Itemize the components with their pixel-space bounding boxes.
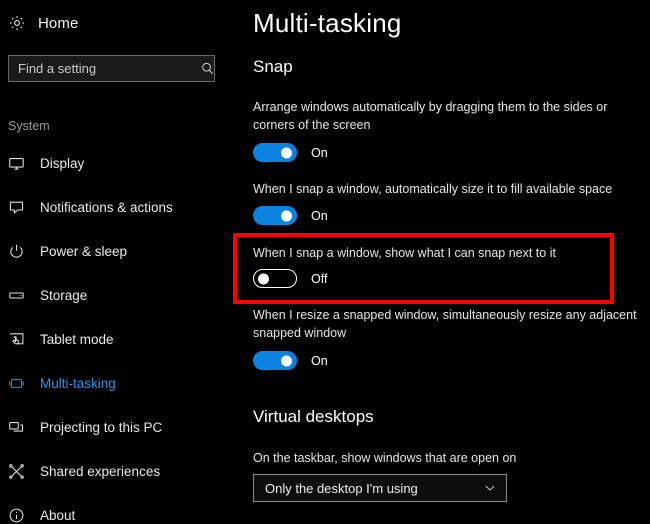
search-input[interactable] [9,56,200,81]
sidebar-item-label: Power & sleep [40,243,128,259]
sidebar-item-tablet-mode[interactable]: Tablet mode [0,324,232,354]
power-icon [8,241,34,261]
sidebar-item-power-sleep[interactable]: Power & sleep [0,236,232,266]
sidebar-item-label: About [40,507,76,523]
snap-setting-3-toggle[interactable] [253,351,297,370]
sidebar-home-label: Home [38,14,79,32]
sidebar-item-shared-experiences[interactable]: Shared experiences [0,456,232,486]
sidebar-item-label: Notifications & actions [40,199,173,215]
snap-setting-1-toggle[interactable] [253,206,297,225]
sidebar-item-label: Projecting to this PC [40,419,163,435]
search-icon[interactable] [200,61,215,76]
sidebar-item-projecting-to-this-pc[interactable]: Projecting to this PC [0,412,232,442]
speech-bubble-icon [8,197,34,217]
taskbar-windows-dropdown-value: Only the desktop I'm using [265,480,418,496]
sidebar-home-button[interactable]: Home [8,14,78,32]
multitasking-icon [8,373,34,393]
virtual-desktops-description: On the taskbar, show windows that are op… [253,451,517,465]
info-circle-icon [8,505,34,524]
sidebar-item-storage[interactable]: Storage [0,280,232,310]
snap-setting-2-state: Off [311,271,328,286]
snap-setting-3-state: On [311,353,328,368]
monitor-icon [8,153,34,173]
page-title: Multi-tasking [253,8,402,38]
gear-icon [8,14,26,32]
chevron-down-icon [483,481,497,495]
sidebar-item-label: Multi-tasking [40,375,116,391]
search-box[interactable] [8,55,215,82]
sidebar: Home System Display [0,0,232,524]
main-content: Multi-tasking Snap Arrange windows autom… [232,0,650,524]
sidebar-group-label: System [8,119,50,133]
snap-setting-1-description: When I snap a window, automatically size… [253,182,613,196]
snap-setting-0-description: Arrange windows automatically by draggin… [253,100,608,132]
sidebar-item-label: Tablet mode [40,331,114,347]
drive-icon [8,285,34,305]
snap-setting-3-description: When I resize a snapped window, simultan… [253,308,637,340]
snap-setting-1-toggle-row[interactable]: On [253,206,328,225]
snap-setting-2-description: When I snap a window, show what I can sn… [253,246,556,260]
snap-setting-2-toggle-row[interactable]: Off [253,269,327,288]
sidebar-item-multi-tasking[interactable]: Multi-tasking [0,368,232,398]
share-nodes-icon [8,461,34,481]
sidebar-item-notifications[interactable]: Notifications & actions [0,192,232,222]
sidebar-item-label: Shared experiences [40,463,161,479]
project-screen-icon [8,417,34,437]
snap-setting-3-toggle-row[interactable]: On [253,351,328,370]
snap-setting-1-state: On [311,208,328,223]
taskbar-windows-dropdown[interactable]: Only the desktop I'm using [253,474,507,502]
settings-window: Home System Display [0,0,650,524]
snap-setting-2-toggle[interactable] [253,269,297,288]
sidebar-item-about[interactable]: About [0,500,232,524]
sidebar-item-display[interactable]: Display [0,148,232,178]
virtual-desktops-heading: Virtual desktops [253,407,374,426]
snap-setting-0-toggle[interactable] [253,143,297,162]
sidebar-item-label: Storage [40,287,88,303]
snap-setting-0-state: On [311,145,328,160]
sidebar-nav-list: Display Notifications & actions Power & … [0,148,232,524]
tablet-hand-icon [8,329,34,349]
snap-setting-0-toggle-row[interactable]: On [253,143,328,162]
sidebar-item-label: Display [40,155,85,171]
snap-section-heading: Snap [253,57,293,76]
